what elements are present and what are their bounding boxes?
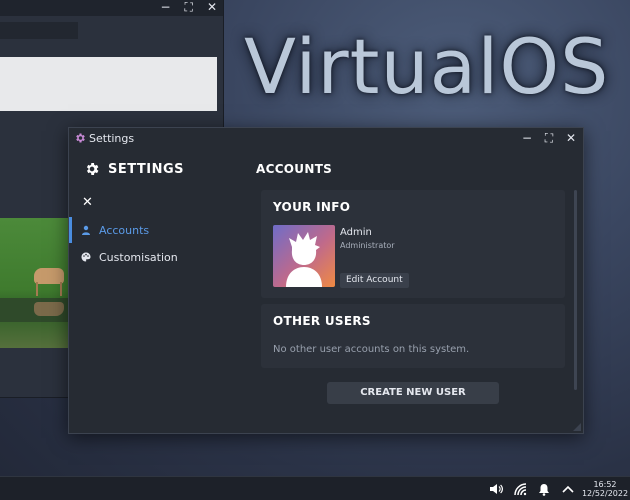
taskbar: 16:52 12/52/2022 — [0, 476, 630, 500]
close-icon[interactable]: ✕ — [565, 131, 577, 145]
your-info-heading: YOUR INFO — [273, 200, 351, 214]
taskbar-clock[interactable]: 16:52 12/52/2022 — [580, 480, 630, 498]
gear-icon — [86, 163, 99, 175]
maximize-icon[interactable]: ⛶ — [543, 131, 555, 145]
content-scrollbar[interactable] — [574, 190, 577, 390]
other-users-empty-text: No other user accounts on this system. — [273, 344, 470, 355]
settings-window-titlebar[interactable]: Settings − ⛶ ✕ — [69, 128, 583, 150]
clock-date: 12/52/2022 — [581, 489, 629, 498]
notification-bell-icon[interactable] — [532, 477, 556, 500]
account-role: Administrator — [340, 241, 395, 250]
maximize-icon[interactable]: ⛶ — [185, 0, 193, 14]
edit-account-button[interactable]: Edit Account — [340, 273, 409, 288]
clock-time: 16:52 — [593, 480, 617, 489]
minimize-icon[interactable]: − — [160, 0, 170, 14]
account-name: Admin — [340, 227, 372, 238]
sidebar-item-label: Accounts — [99, 223, 150, 237]
settings-gear-icon — [76, 133, 85, 143]
wifi-icon[interactable] — [508, 477, 532, 500]
other-users-card: OTHER USERS No other user accounts on th… — [261, 304, 565, 368]
settings-window[interactable]: Settings − ⛶ ✕ SETTINGS ✕ Accounts Custo… — [68, 127, 584, 434]
sidebar-item-customisation[interactable]: Customisation — [69, 244, 229, 270]
desktop-brand-text: VirtualOS — [244, 22, 610, 111]
resize-handle-icon[interactable] — [573, 423, 581, 431]
avatar — [273, 225, 335, 287]
create-new-user-button[interactable]: CREATE NEW USER — [327, 382, 499, 404]
your-info-card: YOUR INFO Admin Administrator Edit Accou… — [261, 190, 565, 298]
palette-icon — [81, 252, 91, 262]
close-icon[interactable]: ✕ — [207, 0, 217, 14]
deer-photo — [0, 218, 70, 348]
system-tray: 16:52 12/52/2022 — [484, 477, 630, 500]
background-window-panel — [0, 57, 217, 111]
chevron-up-icon[interactable] — [556, 477, 580, 500]
window-title: Settings — [89, 132, 135, 145]
sidebar-heading: SETTINGS — [84, 161, 184, 177]
sidebar-item-label: Customisation — [99, 250, 178, 264]
sidebar-heading-label: SETTINGS — [108, 161, 185, 177]
sidebar-item-accounts[interactable]: Accounts — [69, 217, 229, 243]
page-title: ACCOUNTS — [256, 162, 333, 176]
background-window-titlebar[interactable]: − ⛶ ✕ — [0, 0, 223, 16]
background-window-toolbar — [0, 22, 78, 39]
user-icon — [82, 225, 90, 235]
other-users-heading: OTHER USERS — [273, 314, 371, 328]
sidebar-close-icon[interactable]: ✕ — [82, 195, 93, 210]
volume-icon[interactable] — [484, 477, 508, 500]
minimize-icon[interactable]: − — [521, 131, 533, 145]
